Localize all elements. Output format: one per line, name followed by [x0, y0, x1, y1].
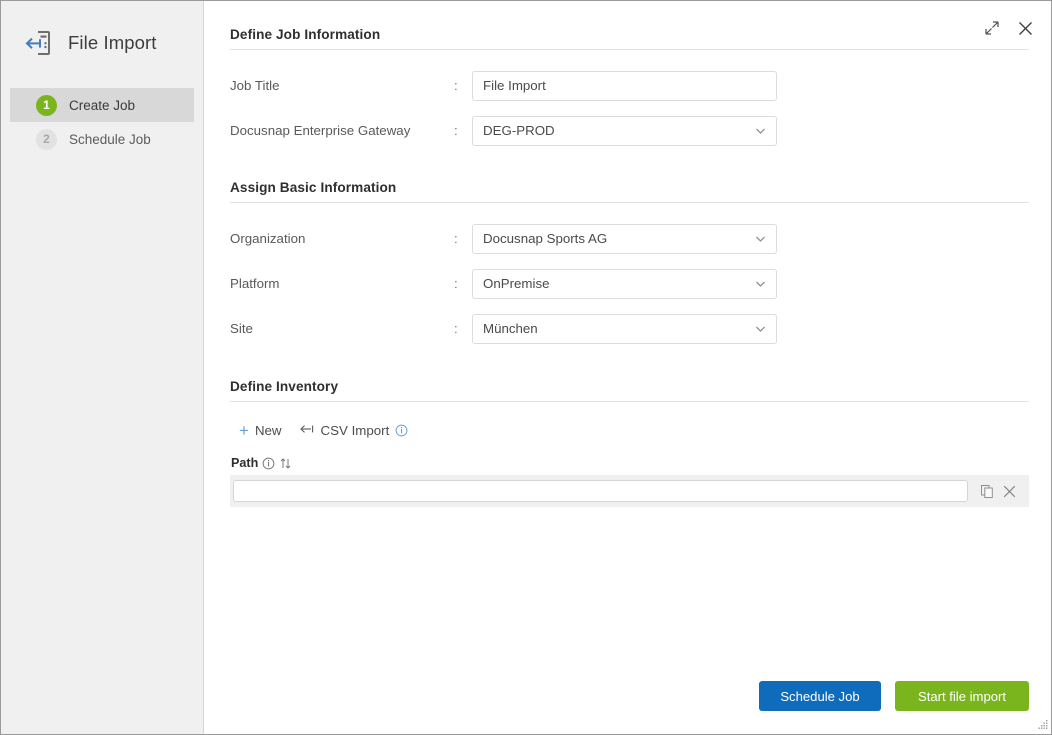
info-icon[interactable]: [395, 424, 408, 437]
field-deg: Docusnap Enterprise Gateway : DEG-PROD: [230, 108, 1029, 153]
copy-icon[interactable]: [976, 480, 998, 502]
job-title-value: File Import: [483, 78, 546, 93]
label-job-title: Job Title: [230, 78, 280, 93]
section-basic-information: Assign Basic Information Organization : …: [230, 180, 1029, 351]
chevron-down-icon[interactable]: [753, 123, 768, 138]
app-header: File Import: [1, 19, 203, 67]
sidebar-item-schedule-job[interactable]: 2 Schedule Job: [10, 122, 194, 156]
platform-value: OnPremise: [483, 276, 550, 291]
app-title: File Import: [68, 32, 157, 53]
label-platform: Platform: [230, 276, 280, 291]
new-button[interactable]: + New: [239, 422, 282, 439]
step-label-create-job: Create Job: [69, 97, 136, 113]
expand-icon[interactable]: [982, 18, 1002, 38]
job-title-input[interactable]: File Import: [472, 70, 777, 101]
field-site: Site : München: [230, 306, 1029, 351]
form-content: Define Job Information Job Title : File …: [204, 1, 1051, 734]
separator-deg: :: [454, 123, 458, 138]
main-panel: Define Job Information Job Title : File …: [204, 1, 1051, 734]
inventory-toolbar: + New CSV Import: [230, 415, 1029, 445]
section-title-inventory: Define Inventory: [230, 379, 339, 394]
label-site: Site: [230, 321, 253, 336]
section-divider: [230, 49, 1029, 50]
deg-value: DEG-PROD: [483, 123, 555, 138]
grid-column-label: Path: [231, 456, 259, 470]
organization-value: Docusnap Sports AG: [483, 231, 608, 246]
plus-icon: +: [239, 420, 249, 440]
schedule-job-button[interactable]: Schedule Job: [759, 681, 881, 711]
sort-icon[interactable]: [279, 457, 292, 470]
site-value: München: [483, 321, 538, 336]
info-icon[interactable]: [262, 457, 275, 470]
csv-import-button[interactable]: CSV Import: [299, 422, 409, 438]
organization-select[interactable]: Docusnap Sports AG: [472, 223, 777, 254]
label-deg: Docusnap Enterprise Gateway: [230, 123, 411, 138]
table-row: [230, 475, 1029, 507]
start-file-import-button[interactable]: Start file import: [895, 681, 1029, 711]
section-title-job-information: Define Job Information: [230, 27, 381, 42]
close-icon[interactable]: [1015, 18, 1035, 38]
csv-import-label: CSV Import: [320, 422, 390, 438]
chevron-down-icon[interactable]: [753, 276, 768, 291]
step-badge-2: 2: [36, 128, 57, 150]
step-list: 1 Create Job 2 Schedule Job: [1, 88, 203, 156]
path-input[interactable]: [233, 480, 968, 502]
platform-select[interactable]: OnPremise: [472, 268, 777, 299]
chevron-down-icon[interactable]: [753, 231, 768, 246]
section-divider: [230, 401, 1029, 402]
separator-platform: :: [454, 276, 458, 291]
sidebar-item-create-job[interactable]: 1 Create Job: [10, 88, 194, 122]
footer-actions: Schedule Job Start file import: [759, 681, 1029, 711]
import-arrow-icon: [299, 423, 315, 438]
file-import-dialog: File Import 1 Create Job 2 Schedule Job: [0, 0, 1052, 735]
section-job-information: Define Job Information Job Title : File …: [230, 27, 1029, 153]
section-divider: [230, 202, 1029, 203]
new-button-label: New: [254, 422, 282, 438]
separator-organization: :: [454, 231, 458, 246]
window-controls: [982, 18, 1035, 38]
step-badge-1: 1: [36, 94, 57, 116]
grid-column-header-path[interactable]: Path: [230, 445, 1029, 475]
separator-site: :: [454, 321, 458, 336]
site-select[interactable]: München: [472, 313, 777, 344]
chevron-down-icon[interactable]: [753, 321, 768, 336]
resize-grip[interactable]: [1035, 718, 1049, 732]
label-organization: Organization: [230, 231, 306, 246]
step-label-schedule-job: Schedule Job: [69, 131, 151, 147]
file-import-icon: [21, 26, 55, 60]
field-platform: Platform : OnPremise: [230, 261, 1029, 306]
section-title-basic-information: Assign Basic Information: [230, 180, 397, 195]
deg-select[interactable]: DEG-PROD: [472, 115, 777, 146]
field-job-title: Job Title : File Import: [230, 63, 1029, 108]
sidebar: File Import 1 Create Job 2 Schedule Job: [1, 1, 204, 734]
section-inventory: Define Inventory + New CSV Import Path: [230, 379, 1029, 507]
field-organization: Organization : Docusnap Sports AG: [230, 216, 1029, 261]
delete-icon[interactable]: [998, 480, 1020, 502]
separator-job-title: :: [454, 78, 458, 93]
